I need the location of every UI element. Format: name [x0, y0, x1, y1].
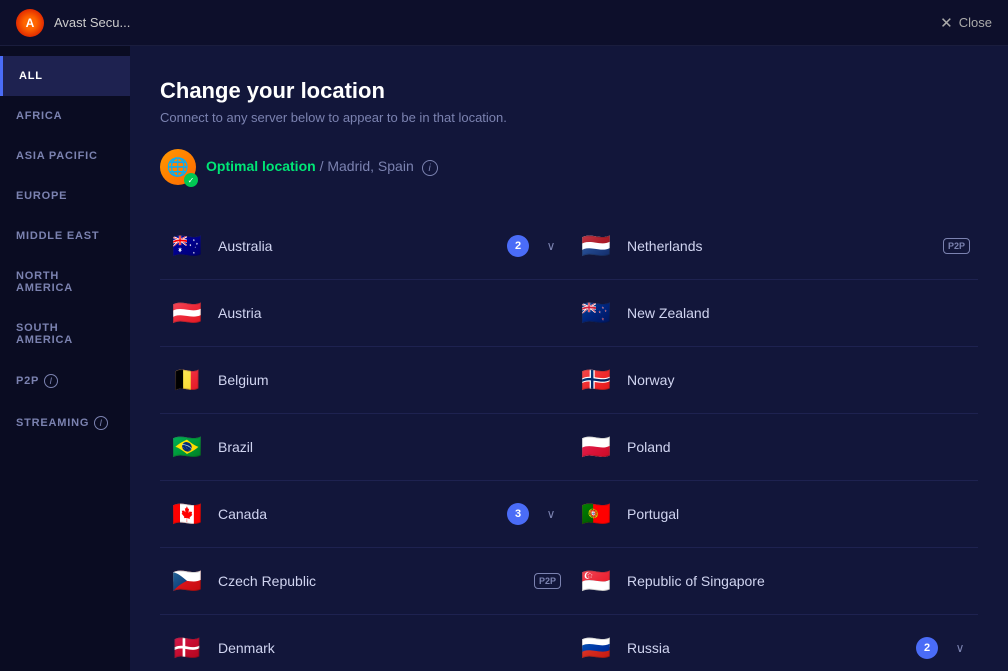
- sidebar-item-asia-pacific[interactable]: ASIA PACIFIC: [0, 136, 130, 176]
- country-item-singapore[interactable]: 🇸🇬 Republic of Singapore: [569, 548, 978, 615]
- country-item-canada[interactable]: 🇨🇦 Canada 3 ∨: [160, 481, 569, 548]
- country-item-poland[interactable]: 🇵🇱 Poland: [569, 414, 978, 481]
- close-button[interactable]: ✕ Close: [940, 14, 992, 32]
- page-subtitle: Connect to any server below to appear to…: [160, 110, 978, 125]
- flag-brazil: 🇧🇷: [168, 428, 206, 466]
- content-area: Change your location Connect to any serv…: [130, 46, 1008, 671]
- flag-canada: 🇨🇦: [168, 495, 206, 533]
- countries-grid: 🇦🇺 Australia 2 ∨ 🇳🇱 Netherlands P2P 🇦🇹 A…: [160, 213, 978, 671]
- flag-new-zealand: 🇳🇿: [577, 294, 615, 332]
- country-name-singapore: Republic of Singapore: [627, 573, 970, 589]
- country-name-poland: Poland: [627, 439, 970, 455]
- flag-portugal: 🇵🇹: [577, 495, 615, 533]
- main-layout: ALL AFRICA ASIA PACIFIC EUROPE MIDDLE EA…: [0, 46, 1008, 671]
- flag-russia: 🇷🇺: [577, 629, 615, 667]
- app-name: Avast Secu...: [54, 15, 130, 30]
- sidebar-item-africa[interactable]: AFRICA: [0, 96, 130, 136]
- sidebar-item-all[interactable]: ALL: [0, 56, 130, 96]
- country-name-new-zealand: New Zealand: [627, 305, 970, 321]
- sidebar-item-europe[interactable]: EUROPE: [0, 176, 130, 216]
- flag-austria: 🇦🇹: [168, 294, 206, 332]
- app-logo: A: [16, 9, 44, 37]
- server-count-australia: 2: [507, 235, 529, 257]
- expand-icon-australia[interactable]: ∨: [541, 236, 561, 256]
- country-name-czech-republic: Czech Republic: [218, 573, 522, 589]
- flag-poland: 🇵🇱: [577, 428, 615, 466]
- expand-icon-canada[interactable]: ∨: [541, 504, 561, 524]
- country-name-denmark: Denmark: [218, 640, 561, 656]
- sidebar-item-middle-east[interactable]: MIDDLE EAST: [0, 216, 130, 256]
- country-item-czech-republic[interactable]: 🇨🇿 Czech Republic P2P: [160, 548, 569, 615]
- p2p-badge-netherlands: P2P: [943, 238, 970, 254]
- sidebar-item-south-america[interactable]: SOUTH AMERICA: [0, 308, 130, 360]
- country-item-brazil[interactable]: 🇧🇷 Brazil: [160, 414, 569, 481]
- country-name-norway: Norway: [627, 372, 970, 388]
- optimal-info-icon[interactable]: i: [422, 160, 438, 176]
- optimal-label: Optimal location: [206, 158, 316, 174]
- close-label: Close: [959, 15, 992, 30]
- flag-netherlands: 🇳🇱: [577, 227, 615, 265]
- country-item-denmark[interactable]: 🇩🇰 Denmark: [160, 615, 569, 671]
- country-item-belgium[interactable]: 🇧🇪 Belgium: [160, 347, 569, 414]
- sidebar-item-streaming[interactable]: STREAMING i: [0, 402, 130, 444]
- optimal-location-name: Madrid, Spain: [327, 158, 413, 174]
- server-count-canada: 3: [507, 503, 529, 525]
- country-item-australia[interactable]: 🇦🇺 Australia 2 ∨: [160, 213, 569, 280]
- streaming-label: STREAMING: [16, 417, 89, 429]
- flag-australia: 🇦🇺: [168, 227, 206, 265]
- optimal-location[interactable]: 🌐 ✓ Optimal location / Madrid, Spain i: [160, 149, 978, 185]
- country-item-new-zealand[interactable]: 🇳🇿 New Zealand: [569, 280, 978, 347]
- country-name-austria: Austria: [218, 305, 561, 321]
- flag-denmark: 🇩🇰: [168, 629, 206, 667]
- country-item-norway[interactable]: 🇳🇴 Norway: [569, 347, 978, 414]
- sidebar-item-north-america[interactable]: NORTH AMERICA: [0, 256, 130, 308]
- country-item-portugal[interactable]: 🇵🇹 Portugal: [569, 481, 978, 548]
- country-name-australia: Australia: [218, 238, 495, 254]
- title-bar: A Avast Secu... ✕ Close: [0, 0, 1008, 46]
- country-name-brazil: Brazil: [218, 439, 561, 455]
- flag-czech-republic: 🇨🇿: [168, 562, 206, 600]
- country-name-belgium: Belgium: [218, 372, 561, 388]
- p2p-badge-czech: P2P: [534, 573, 561, 589]
- country-item-russia[interactable]: 🇷🇺 Russia 2 ∨: [569, 615, 978, 671]
- flag-singapore: 🇸🇬: [577, 562, 615, 600]
- country-name-russia: Russia: [627, 640, 904, 656]
- country-name-portugal: Portugal: [627, 506, 970, 522]
- page-title: Change your location: [160, 78, 978, 104]
- p2p-info-icon[interactable]: i: [44, 374, 58, 388]
- server-count-russia: 2: [916, 637, 938, 659]
- expand-icon-russia[interactable]: ∨: [950, 638, 970, 658]
- close-icon: ✕: [940, 14, 953, 32]
- country-item-netherlands[interactable]: 🇳🇱 Netherlands P2P: [569, 213, 978, 280]
- streaming-info-icon[interactable]: i: [94, 416, 108, 430]
- flag-norway: 🇳🇴: [577, 361, 615, 399]
- country-name-canada: Canada: [218, 506, 495, 522]
- sidebar-item-p2p[interactable]: P2P i: [0, 360, 130, 402]
- country-name-netherlands: Netherlands: [627, 238, 931, 254]
- country-item-austria[interactable]: 🇦🇹 Austria: [160, 280, 569, 347]
- optimal-text: Optimal location / Madrid, Spain i: [206, 158, 438, 177]
- sidebar: ALL AFRICA ASIA PACIFIC EUROPE MIDDLE EA…: [0, 46, 130, 671]
- optimal-location-icon: 🌐 ✓: [160, 149, 196, 185]
- p2p-label: P2P: [16, 375, 39, 387]
- flag-belgium: 🇧🇪: [168, 361, 206, 399]
- check-icon: ✓: [184, 173, 198, 187]
